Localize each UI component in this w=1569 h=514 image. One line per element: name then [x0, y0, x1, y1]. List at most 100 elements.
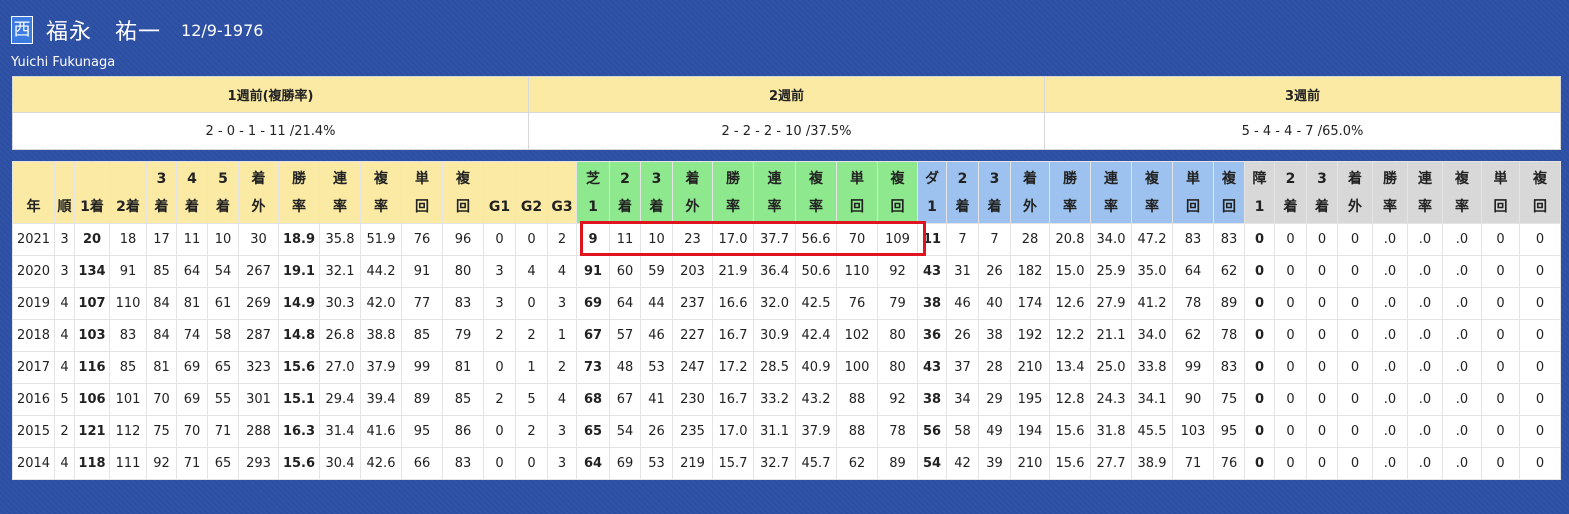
table-cell: .0 — [1372, 255, 1408, 288]
table-cell: .0 — [1372, 383, 1408, 416]
table-cell: 32.0 — [753, 287, 796, 320]
table-cell: 54 — [917, 447, 947, 480]
table-cell: 0 — [483, 223, 516, 256]
stats-header-label: 着 — [955, 199, 970, 215]
stats-header-label: 着 — [1348, 171, 1362, 187]
table-cell: 86 — [442, 415, 484, 448]
table-cell: 64 — [176, 255, 208, 288]
table-cell: 192 — [1010, 319, 1050, 352]
table-cell: 2 — [483, 319, 516, 352]
table-cell: 77 — [401, 287, 443, 320]
table-cell: 269 — [238, 287, 279, 320]
stats-header-label: 5 — [218, 171, 228, 187]
table-cell: 85 — [442, 383, 484, 416]
table-cell: 15.6 — [1049, 415, 1091, 448]
stats-header-label: 3 — [1317, 171, 1327, 187]
table-cell: .0 — [1407, 351, 1443, 384]
table-cell: 69 — [576, 287, 610, 320]
table-cell: 2016 — [12, 383, 55, 416]
table-cell: 227 — [672, 319, 713, 352]
stats-header-label: 2 — [1285, 171, 1296, 187]
table-cell: 15.6 — [278, 447, 320, 480]
stats-header-label: 連 — [333, 171, 347, 187]
stats-header-29: 勝率 — [1049, 161, 1091, 224]
stats-header-label: 1 — [588, 199, 598, 215]
table-cell: 43.2 — [795, 383, 837, 416]
stats-header-label: 複 — [1455, 171, 1469, 187]
stats-header-label: 年 — [26, 199, 41, 215]
table-cell: 0 — [1519, 319, 1561, 352]
table-cell: 84 — [146, 319, 177, 352]
table-cell: 0 — [1274, 351, 1307, 384]
table-cell: 0 — [1481, 319, 1520, 352]
table-cell: 9 — [576, 223, 610, 256]
table-cell: 34.0 — [1131, 319, 1173, 352]
table-cell: 36.4 — [753, 255, 796, 288]
table-cell: 174 — [1010, 287, 1050, 320]
stats-header-14: G2 — [515, 161, 548, 224]
table-cell: 16.3 — [278, 415, 320, 448]
table-cell: 42 — [946, 447, 979, 480]
table-cell: 70 — [176, 415, 208, 448]
stats-header-15: G3 — [547, 161, 577, 224]
table-cell: 0 — [1519, 255, 1561, 288]
table-cell: 78 — [1213, 319, 1245, 352]
table-cell: 56.6 — [795, 223, 837, 256]
table-cell: 0 — [1337, 223, 1373, 256]
stats-header-8: 勝率 — [278, 161, 320, 224]
table-cell: 41 — [640, 383, 673, 416]
table-cell: 91 — [401, 255, 443, 288]
table-cell: .0 — [1407, 287, 1443, 320]
table-cell: 55 — [207, 383, 239, 416]
table-cell: 4 — [515, 255, 548, 288]
week-3-value: 5 - 4 - 4 - 7 /65.0% — [1044, 112, 1561, 150]
table-cell: 30.3 — [319, 287, 361, 320]
table-cell: 53 — [640, 447, 673, 480]
table-cell: 27.7 — [1090, 447, 1132, 480]
table-cell: .0 — [1442, 415, 1482, 448]
table-cell: 81 — [176, 287, 208, 320]
table-cell: 92 — [877, 383, 918, 416]
table-cell: 0 — [515, 447, 548, 480]
table-cell: 38.8 — [360, 319, 402, 352]
table-cell: 25.0 — [1090, 351, 1132, 384]
stats-header-38: 勝率 — [1372, 161, 1408, 224]
table-cell: 38 — [917, 383, 947, 416]
stats-header-9: 連率 — [319, 161, 361, 224]
table-cell: 39.4 — [360, 383, 402, 416]
table-cell: 1 — [547, 319, 577, 352]
table-cell: 74 — [176, 319, 208, 352]
table-cell: 0 — [1306, 287, 1338, 320]
table-cell: .0 — [1442, 447, 1482, 480]
table-cell: 90 — [1172, 383, 1214, 416]
table-cell: 4 — [54, 351, 75, 384]
table-cell: 4 — [54, 287, 75, 320]
table-cell: 323 — [238, 351, 279, 384]
stats-header-22: 複率 — [795, 161, 837, 224]
table-cell: 16.7 — [712, 383, 754, 416]
table-cell: 15.6 — [278, 351, 320, 384]
table-cell: 62 — [836, 447, 878, 480]
stats-header-label: 1 — [1254, 199, 1265, 215]
stats-header-label: 複 — [809, 171, 823, 187]
table-cell: 2 — [515, 319, 548, 352]
table-cell: 42.4 — [795, 319, 837, 352]
table-cell: 45.7 — [795, 447, 837, 480]
table-cell: 68 — [576, 383, 610, 416]
table-cell: 46 — [640, 319, 673, 352]
jockey-header: 西 福永 祐一 12/9-1976 — [11, 14, 263, 46]
table-cell: 195 — [1010, 383, 1050, 416]
table-cell: 203 — [672, 255, 713, 288]
table-cell: 83 — [109, 319, 147, 352]
table-cell: .0 — [1372, 447, 1408, 480]
stats-header-35: 2着 — [1274, 161, 1307, 224]
yearly-stats-table: 年順 1着 2着 3 着 4 着 5 着着外勝率連率複率単回複回 G1 G2 G3 芝 1 2 着 3 着着外勝率… — [12, 161, 1561, 480]
table-cell: 7 — [978, 223, 1011, 256]
table-cell: 11 — [917, 223, 947, 256]
stats-header-label: G3 — [551, 199, 573, 215]
table-cell: 4 — [547, 255, 577, 288]
table-cell: 23 — [672, 223, 713, 256]
table-cell: 33.8 — [1131, 351, 1173, 384]
week-1-header: 1週前(複勝率) — [12, 76, 529, 113]
stats-header-label: 回 — [890, 199, 905, 215]
